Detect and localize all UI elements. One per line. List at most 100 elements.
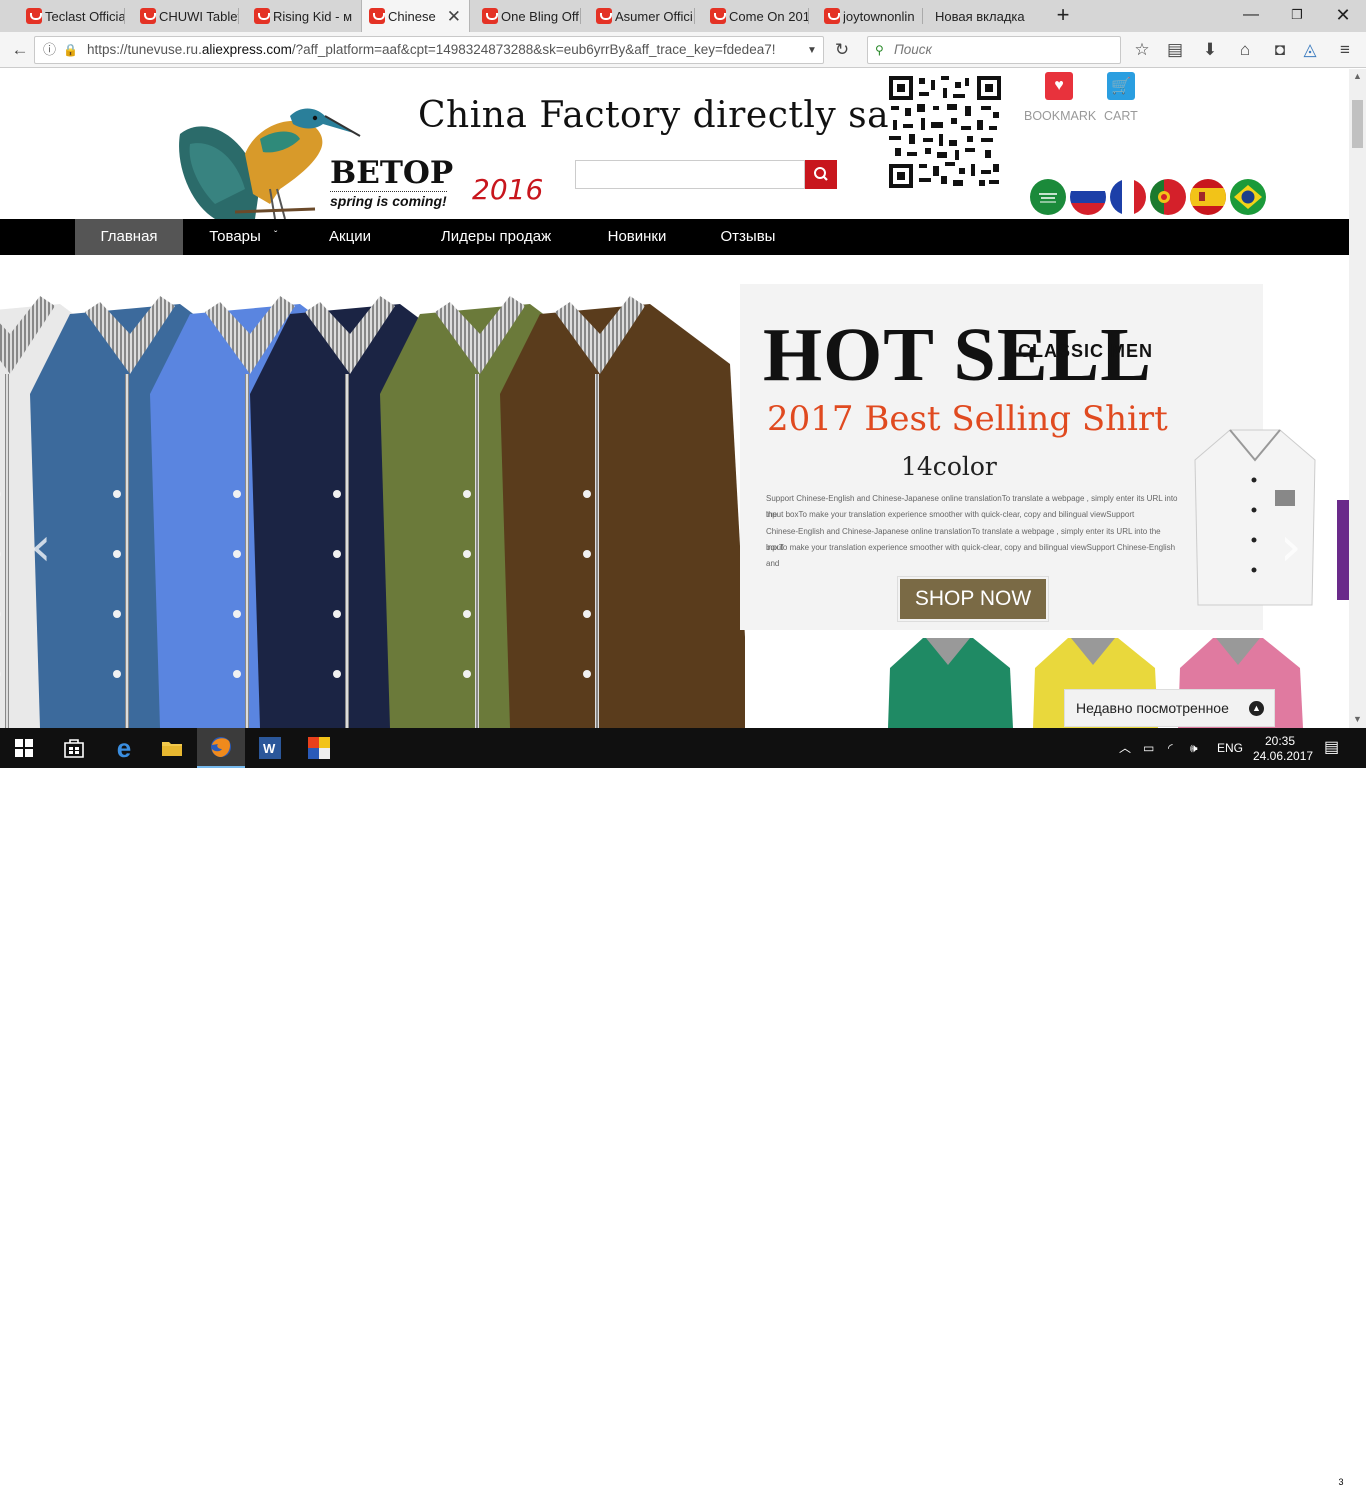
carousel-next-arrow-icon[interactable]: › <box>1280 515 1302 578</box>
menu-item-reviews[interactable]: Отзывы <box>708 219 788 255</box>
russia-flag-icon[interactable] <box>1070 179 1106 215</box>
battery-icon[interactable]: ▭ <box>1143 728 1154 768</box>
address-bar[interactable]: ⓘ 🔒 https://tunevuse.ru.aliexpress.com/?… <box>34 36 824 64</box>
info-icon[interactable]: ⓘ <box>43 37 56 63</box>
menu-item-home[interactable]: Главная <box>75 219 183 255</box>
tab-label: Новая вкладка <box>935 8 1025 24</box>
cart-icon: 🛒 <box>1111 78 1131 95</box>
extension-icon[interactable]: ◬ <box>1298 32 1322 68</box>
close-window-button[interactable]: ✕ <box>1320 0 1366 32</box>
promo-blurb-line: input boxTo make your translation experi… <box>766 510 1135 519</box>
pocket-icon[interactable]: ◘ <box>1268 32 1292 68</box>
tab-strip: Teclast Officia CHUWI Tablet Rising Kid … <box>0 0 1366 32</box>
menu-item-new-arrivals[interactable]: Новинки <box>595 219 679 255</box>
qr-code-image <box>889 76 1001 188</box>
brand-name: BETOP <box>330 155 454 191</box>
search-icon <box>814 167 828 181</box>
cart-label[interactable]: CART <box>1104 109 1138 123</box>
search-engine-icon: ⚲ <box>875 43 884 57</box>
url-dropdown-icon[interactable]: ▼ <box>804 32 820 68</box>
browser-tab[interactable]: Asumer Offici <box>589 0 695 32</box>
france-flag-icon[interactable] <box>1110 179 1146 215</box>
store-search-button[interactable] <box>805 160 837 189</box>
browser-tab[interactable]: One Bling Off <box>475 0 581 32</box>
url-rest: /?aff_platform=aaf&cpt=1498324873288&sk=… <box>291 42 776 57</box>
restore-button[interactable]: ❐ <box>1274 0 1320 32</box>
store-app-icon[interactable] <box>50 728 98 768</box>
brand-tagline: spring is coming! <box>330 191 447 209</box>
color-count: 14color <box>901 452 997 481</box>
search-input[interactable]: ⚲ Поиск <box>867 36 1121 64</box>
browser-tab[interactable]: Teclast Officia <box>19 0 125 32</box>
bookmark-button[interactable]: ♥ <box>1045 72 1073 100</box>
bookmark-star-icon[interactable]: ☆ <box>1130 32 1154 68</box>
volume-icon[interactable]: 🕪 <box>1190 728 1198 768</box>
browser-tab[interactable]: Новая вкладка <box>929 0 1035 32</box>
tab-label: Teclast Officia <box>45 8 125 24</box>
cart-button[interactable]: 🛒 <box>1107 72 1135 100</box>
windows-start-icon[interactable] <box>0 728 48 768</box>
classic-men-subtitle: CLASSIC MEN <box>1018 341 1154 361</box>
svg-text:W: W <box>263 741 276 756</box>
scrollbar-thumb[interactable] <box>1352 100 1363 148</box>
page-scrollbar[interactable] <box>1349 69 1366 728</box>
clock-date[interactable]: 24.06.2017 <box>1253 736 1313 776</box>
browser-tab[interactable]: Come On 201 <box>703 0 809 32</box>
menu-hamburger-icon[interactable]: ≡ <box>1333 32 1357 68</box>
scroll-down-arrow-icon[interactable]: ▼ <box>1353 714 1362 724</box>
shirt-image <box>500 296 745 728</box>
minimize-button[interactable]: — <box>1228 0 1274 32</box>
shirts-banner-image[interactable] <box>0 284 745 728</box>
language-indicator[interactable]: ENG <box>1217 728 1243 768</box>
navigation-toolbar: ← ⓘ 🔒 https://tunevuse.ru.aliexpress.com… <box>0 32 1366 68</box>
home-icon[interactable]: ⌂ <box>1233 32 1257 68</box>
store-search-input[interactable] <box>575 160 805 189</box>
close-tab-icon[interactable]: ✕ <box>447 7 461 27</box>
file-explorer-icon[interactable] <box>148 728 196 768</box>
downloads-icon[interactable]: ⬇ <box>1198 32 1222 68</box>
firefox-icon[interactable] <box>197 728 245 768</box>
action-center-icon[interactable]: ▤ <box>1324 728 1339 768</box>
recently-viewed-panel[interactable]: Недавно посмотренное ▲ <box>1064 689 1275 727</box>
menu-item-promotions[interactable]: Акции <box>315 219 385 255</box>
shop-now-button[interactable]: SHOP NOW <box>897 576 1049 622</box>
tab-label: Asumer Offici <box>615 8 693 24</box>
brazil-flag-icon[interactable] <box>1230 179 1266 215</box>
spain-flag-icon[interactable] <box>1190 179 1226 215</box>
wifi-icon[interactable]: ◜ <box>1168 728 1173 768</box>
menu-item-products[interactable]: Товары <box>195 219 275 255</box>
brand-year: 2016 <box>472 173 544 206</box>
aliexpress-favicon-icon <box>26 8 42 24</box>
show-hidden-icons-icon[interactable]: ︿ <box>1119 728 1131 768</box>
media-app-icon[interactable] <box>295 728 343 768</box>
store-headline: China Factory directly sale <box>418 95 923 136</box>
bookmark-label[interactable]: BOOKMARK <box>1024 109 1096 123</box>
store-menu-bar: Главная Товары ˇ Акции Лидеры продаж Нов… <box>0 219 1349 255</box>
browser-tab[interactable]: Rising Kid - м <box>247 0 353 32</box>
browser-tab[interactable]: joytownonlin <box>817 0 923 32</box>
back-arrow-icon[interactable]: ← <box>6 32 34 68</box>
tab-label: Come On 201 <box>729 8 809 24</box>
tab-label: joytownonlin <box>843 8 915 24</box>
aliexpress-favicon-icon <box>710 8 726 24</box>
tab-label: Chinese fa <box>388 8 439 24</box>
word-icon[interactable]: W <box>246 728 294 768</box>
saudi-arabia-flag-icon[interactable] <box>1030 179 1066 215</box>
aliexpress-favicon-icon <box>369 8 385 24</box>
windows-taskbar: e W ︿ ▭ ◜ 🕪 ENG 20:35 24.06.2017 ▤ 3 <box>0 728 1366 1488</box>
menu-item-bestsellers[interactable]: Лидеры продаж <box>426 219 566 255</box>
browser-tab[interactable]: CHUWI Tablet <box>133 0 239 32</box>
chevron-down-icon[interactable]: ˇ <box>274 219 277 255</box>
reload-icon[interactable]: ↻ <box>832 32 852 68</box>
promo-blurb-line: boxTo make your translation experience s… <box>766 543 1176 568</box>
portugal-flag-icon[interactable] <box>1150 179 1186 215</box>
url-domain: aliexpress.com <box>201 42 292 57</box>
chevron-up-icon[interactable]: ▲ <box>1249 701 1264 716</box>
edge-browser-icon[interactable]: e <box>100 728 148 768</box>
carousel-prev-arrow-icon[interactable]: ‹ <box>30 515 52 578</box>
bookmarks-list-icon[interactable]: ▤ <box>1163 32 1187 68</box>
new-tab-button[interactable]: + <box>1040 0 1086 32</box>
scroll-up-arrow-icon[interactable]: ▲ <box>1353 71 1362 81</box>
heart-icon: ♥ <box>1054 77 1064 94</box>
browser-tab-active[interactable]: Chinese fa ✕ <box>361 0 470 32</box>
